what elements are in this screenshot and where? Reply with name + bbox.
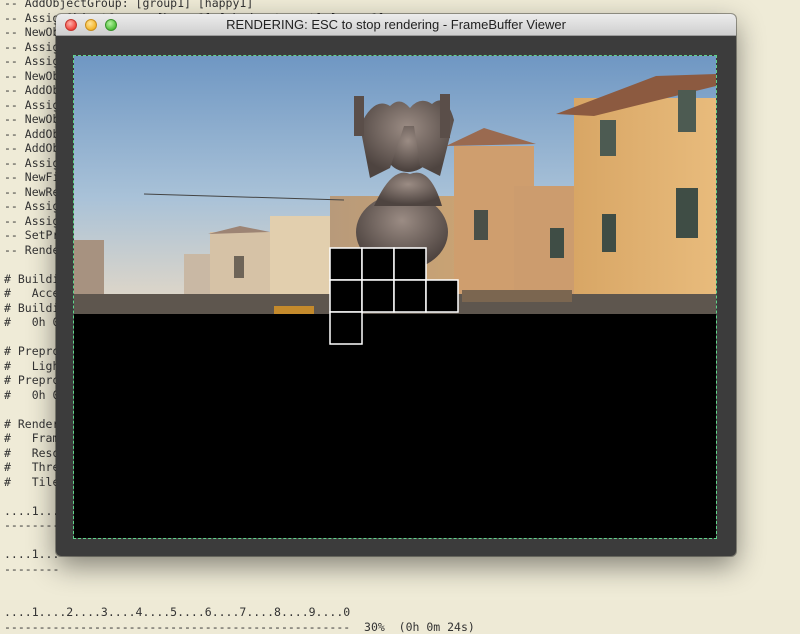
terminal-line: -- AddOb — [4, 83, 59, 98]
framebuffer-canvas[interactable] — [74, 56, 716, 538]
render-tile — [394, 280, 426, 312]
terminal-line: -- Assig — [4, 40, 59, 55]
render-image — [74, 56, 716, 538]
terminal-line: -- NewOb — [4, 112, 59, 127]
title-bar[interactable]: RENDERING: ESC to stop rendering - Frame… — [56, 14, 736, 36]
terminal-line: -- NewOb — [4, 69, 59, 84]
terminal-line: -------- — [4, 562, 59, 577]
terminal-line: ....1... — [4, 504, 59, 519]
terminal-line: # Tile — [4, 475, 59, 490]
terminal-line: -- NewFi — [4, 170, 59, 185]
terminal-line: # Prepro — [4, 344, 59, 359]
terminal-line: ....1....2....3....4....5....6....7....8… — [4, 605, 350, 620]
render-tile — [362, 280, 394, 312]
terminal-line: -- Assig — [4, 156, 59, 171]
render-tile — [426, 280, 458, 312]
terminal-line: # Fram — [4, 431, 59, 446]
render-tile — [330, 280, 362, 312]
terminal-line: -- Assig — [4, 199, 59, 214]
terminal-line: # Acce — [4, 286, 59, 301]
terminal-line: -- Assig — [4, 54, 59, 69]
render-tile — [330, 312, 362, 344]
terminal-line: -- AddOb — [4, 141, 59, 156]
terminal-line: # Ligh — [4, 359, 59, 374]
terminal-line: -- SetPr — [4, 228, 59, 243]
terminal-line: # Buildi — [4, 272, 59, 287]
terminal-line: -- Assig — [4, 98, 59, 113]
terminal-line: -- NewRe — [4, 185, 59, 200]
terminal-line: # 0h 0 — [4, 388, 59, 403]
terminal-line: # Buildi — [4, 301, 59, 316]
terminal-line: # 0h 0 — [4, 315, 59, 330]
terminal-line: ----------------------------------------… — [4, 620, 475, 634]
render-tile — [394, 248, 426, 280]
terminal-line: ....1... — [4, 547, 59, 562]
terminal-line: # Thre — [4, 460, 59, 475]
terminal-line: -- Rende — [4, 243, 59, 258]
render-tile — [330, 248, 362, 280]
terminal-line: -- AddObjectGroup: [group1] [happy1] — [4, 0, 253, 11]
terminal-line: -- Assig — [4, 214, 59, 229]
terminal-line: # Render — [4, 417, 59, 432]
terminal-line: -- NewOb — [4, 25, 59, 40]
framebuffer-viewer-window[interactable]: RENDERING: ESC to stop rendering - Frame… — [56, 14, 736, 556]
window-title: RENDERING: ESC to stop rendering - Frame… — [56, 17, 736, 32]
terminal-line: -------- — [4, 518, 59, 533]
terminal-line: # Prepro — [4, 373, 59, 388]
render-tile — [362, 248, 394, 280]
terminal-line: # Reso — [4, 446, 59, 461]
terminal-line: -- AddOb — [4, 127, 59, 142]
